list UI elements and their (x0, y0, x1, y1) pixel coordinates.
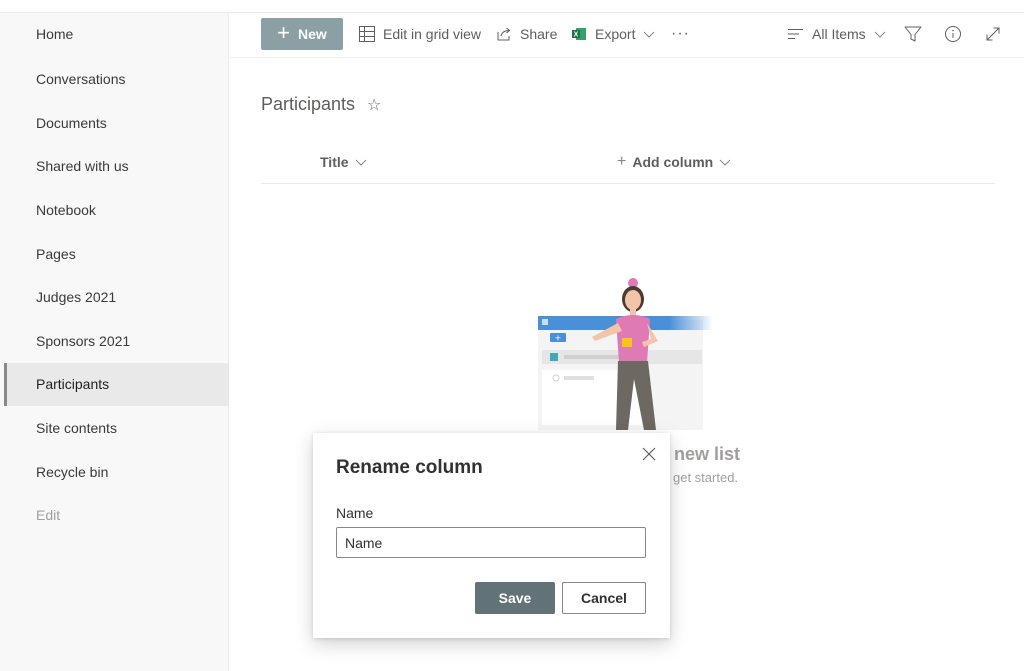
plus-icon: + (277, 20, 291, 45)
dialog-title: Rename column (336, 457, 483, 478)
column-header-title-label: Title (320, 154, 349, 170)
chevron-down-icon (719, 159, 731, 166)
edit-grid-view-button[interactable]: Edit in grid view (359, 18, 481, 50)
expand-icon[interactable] (980, 21, 1006, 47)
command-bar: + New Edit in grid view Share X Export ·… (229, 13, 1024, 58)
sidebar-item-edit[interactable]: Edit (4, 494, 229, 537)
star-icon[interactable]: ☆ (367, 95, 381, 115)
edit-grid-view-label: Edit in grid view (383, 26, 482, 42)
export-label: Export (595, 26, 636, 42)
sidebar-item-home[interactable]: Home (4, 13, 229, 56)
column-header-title[interactable]: Title (320, 150, 367, 174)
chevron-down-icon (644, 31, 655, 38)
cancel-button[interactable]: Cancel (562, 582, 646, 614)
name-field-label: Name (336, 505, 374, 521)
excel-icon: X (572, 28, 586, 40)
list-title-row: Participants ☆ (261, 94, 381, 115)
share-icon (497, 27, 511, 41)
empty-state-subtitle: get started. (673, 470, 739, 485)
sidebar-item-shared-with-us[interactable]: Shared with us (4, 145, 229, 188)
plus-icon: + (617, 153, 627, 170)
sidebar-item-participants[interactable]: Participants (4, 363, 229, 406)
add-column-label: Add column (632, 154, 714, 170)
page-title: Participants (261, 94, 356, 114)
header-divider (261, 183, 995, 184)
new-button-label: New (298, 26, 327, 42)
sidebar-item-pages[interactable]: Pages (4, 233, 229, 276)
chevron-down-icon (874, 31, 886, 38)
view-lines-icon (788, 29, 803, 39)
close-icon[interactable] (640, 445, 658, 463)
view-selector[interactable]: All Items (788, 18, 886, 50)
sidebar-item-documents[interactable]: Documents (4, 102, 229, 145)
view-selector-label: All Items (812, 26, 866, 42)
info-icon[interactable] (940, 21, 966, 47)
sidebar-item-recycle-bin[interactable]: Recycle bin (4, 451, 229, 494)
name-field[interactable] (336, 527, 646, 558)
add-column-button[interactable]: + Add column (617, 150, 731, 174)
new-button[interactable]: + New (261, 18, 343, 50)
svg-text:X: X (574, 32, 579, 39)
filter-icon[interactable] (900, 21, 926, 47)
sidebar-item-notebook[interactable]: Notebook (4, 189, 229, 232)
share-label: Share (520, 26, 558, 42)
sidebar-item-conversations[interactable]: Conversations (4, 58, 229, 101)
sidebar-item-sponsors-2021[interactable]: Sponsors 2021 (4, 320, 229, 363)
left-navigation: Home Conversations Documents Shared with… (0, 13, 229, 671)
empty-state-title: new list (674, 444, 741, 464)
export-button[interactable]: X Export (571, 18, 655, 50)
sidebar-item-judges-2021[interactable]: Judges 2021 (4, 276, 229, 319)
rename-column-dialog: Rename column Name Save Cancel (313, 433, 670, 638)
chevron-down-icon (355, 159, 366, 166)
svg-text:+: + (555, 334, 562, 343)
save-button[interactable]: Save (475, 582, 555, 614)
grid-view-icon (359, 26, 375, 42)
sidebar-item-site-contents[interactable]: Site contents (4, 407, 229, 450)
share-button[interactable]: Share (496, 18, 557, 50)
more-icon[interactable]: ··· (671, 18, 690, 50)
empty-list-illustration: + (538, 278, 713, 430)
more-label: ··· (671, 25, 690, 42)
